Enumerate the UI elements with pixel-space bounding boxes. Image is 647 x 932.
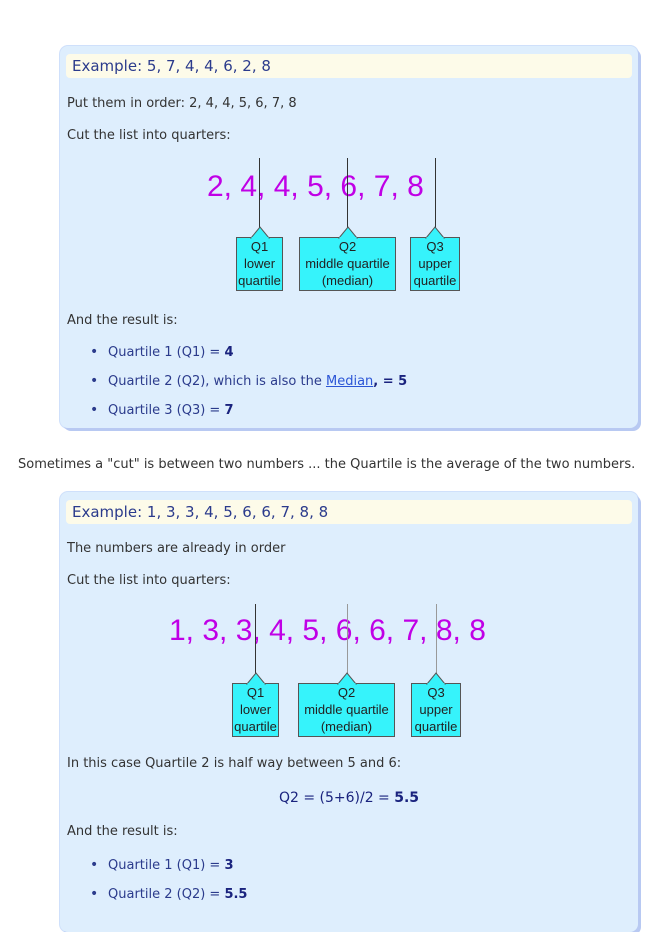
q3-name: Q3 xyxy=(426,239,444,254)
example-box-2: Example: 1, 3, 3, 4, 5, 6, 6, 7, 8, 8 Th… xyxy=(60,492,638,932)
list-item: Quartile 3 (Q3) = 7 xyxy=(90,402,407,432)
q2-desc: middle quartile xyxy=(305,256,390,271)
result-list: Quartile 1 (Q1) = 4 Quartile 2 (Q2), whi… xyxy=(90,344,407,432)
list-item: Quartile 2 (Q2) = 5.5 xyxy=(90,886,247,916)
q3-cut-line xyxy=(435,158,436,238)
q3-label-box: Q3 upper quartile xyxy=(410,226,460,291)
between-text: Sometimes a "cut" is between two numbers… xyxy=(18,457,636,472)
example-title: Example: 5, 7, 4, 4, 6, 2, 8 xyxy=(66,54,632,78)
q1-label-box: Q1 lower quartile xyxy=(232,672,279,737)
cut-text: Cut the list into quarters: xyxy=(67,573,231,588)
list-item: Quartile 2 (Q2), which is also the Media… xyxy=(90,373,407,403)
number-list: 2, 4, 4, 5, 6, 7, 8 xyxy=(207,170,424,203)
q2-cut-line xyxy=(347,158,348,238)
q1-desc: lower xyxy=(239,702,272,717)
q1-label-box: Q1 lower quartile xyxy=(236,226,283,291)
q3-cut-line xyxy=(436,604,437,684)
q1-desc: lower xyxy=(243,256,276,271)
q2-label-box: Q2 middle quartile (median) xyxy=(298,672,395,737)
number-list: 1, 3, 3, 4, 5, 6, 6, 7, 8, 8 xyxy=(169,614,486,647)
list-item: Quartile 1 (Q1) = 4 xyxy=(90,344,407,374)
order-text: The numbers are already in order xyxy=(67,541,286,556)
example-title: Example: 1, 3, 3, 4, 5, 6, 6, 7, 8, 8 xyxy=(66,500,632,524)
q3-desc2: quartile xyxy=(413,273,457,288)
q1-name: Q1 xyxy=(246,685,265,700)
result-text: And the result is: xyxy=(67,313,178,328)
q3-name: Q3 xyxy=(427,685,445,700)
q2-desc: middle quartile xyxy=(304,702,389,717)
q2-name: Q2 xyxy=(338,239,357,254)
q2-cut-line xyxy=(347,604,348,684)
q1-cut-line xyxy=(255,604,256,684)
q2-desc2: (median) xyxy=(321,273,374,288)
q1-name: Q1 xyxy=(250,239,269,254)
example-box-1: Example: 5, 7, 4, 4, 6, 2, 8 Put them in… xyxy=(60,46,638,428)
q1-desc2: quartile xyxy=(234,719,277,734)
q3-label-box: Q3 upper quartile xyxy=(411,672,461,737)
result-text: And the result is: xyxy=(67,824,178,839)
q1-desc2: quartile xyxy=(238,273,281,288)
q3-desc: upper xyxy=(419,702,453,717)
median-link[interactable]: Median xyxy=(326,374,373,389)
q2-label-box: Q2 middle quartile (median) xyxy=(299,226,396,291)
q2-name: Q2 xyxy=(337,685,356,700)
q3-desc2: quartile xyxy=(414,719,458,734)
q2-formula: Q2 = (5+6)/2 = 5.5 xyxy=(278,790,420,806)
order-text: Put them in order: 2, 4, 4, 5, 6, 7, 8 xyxy=(67,96,297,111)
q2-desc2: (median) xyxy=(320,719,373,734)
case-text: In this case Quartile 2 is half way betw… xyxy=(67,756,402,771)
result-list: Quartile 1 (Q1) = 3 Quartile 2 (Q2) = 5.… xyxy=(90,857,247,916)
cut-text: Cut the list into quarters: xyxy=(67,128,231,143)
q3-desc: upper xyxy=(418,256,452,271)
q1-cut-line xyxy=(259,158,260,238)
list-item: Quartile 1 (Q1) = 3 xyxy=(90,857,247,887)
